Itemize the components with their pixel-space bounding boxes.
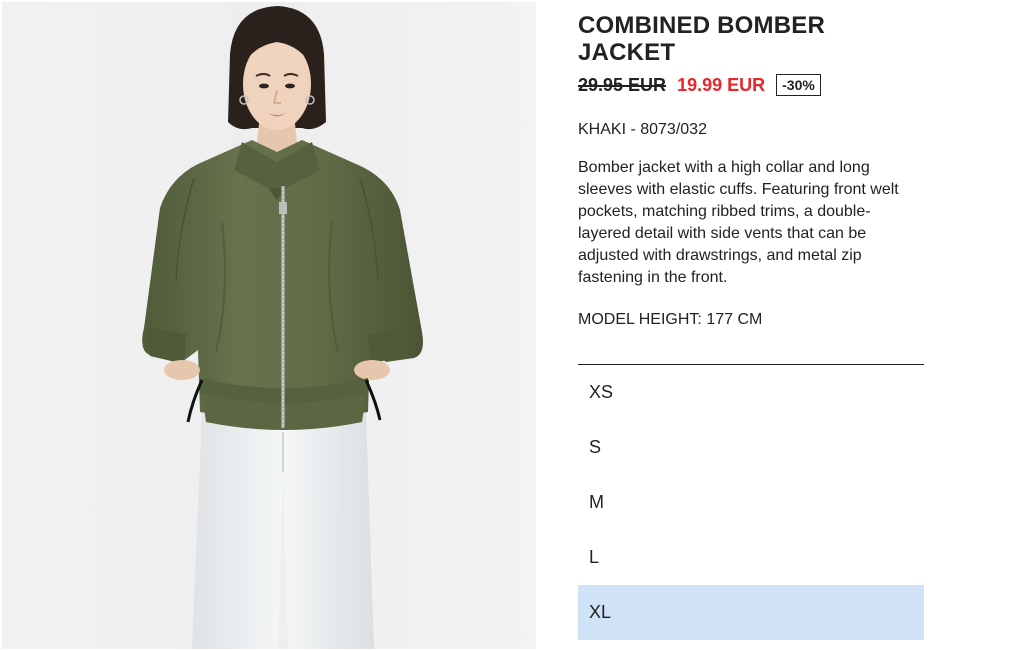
original-price: 29.95 EUR xyxy=(578,74,667,95)
size-option-m[interactable]: M xyxy=(578,475,924,530)
sale-price: 19.99 EUR xyxy=(677,74,766,95)
size-selector: XS S M L XL xyxy=(578,365,924,640)
model-height: MODEL HEIGHT: 177 CM xyxy=(578,311,763,328)
price-row: 29.95 EUR 19.99 EUR -30% xyxy=(578,73,924,97)
product-info-panel: COMBINED BOMBER JACKET 29.95 EUR 19.99 E… xyxy=(578,12,924,640)
discount-badge: -30% xyxy=(776,74,821,96)
size-option-l[interactable]: L xyxy=(578,530,924,585)
product-title: COMBINED BOMBER JACKET xyxy=(578,12,825,66)
product-description: Bomber jacket with a high collar and lon… xyxy=(578,159,899,286)
model-wearing-bomber-jacket-illustration xyxy=(2,2,536,649)
size-option-xs[interactable]: XS xyxy=(578,365,924,420)
color-and-reference: KHAKI - 8073/032 xyxy=(578,121,707,138)
size-option-s[interactable]: S xyxy=(578,420,924,475)
product-photo[interactable] xyxy=(2,2,536,649)
size-option-xl[interactable]: XL xyxy=(578,585,924,640)
